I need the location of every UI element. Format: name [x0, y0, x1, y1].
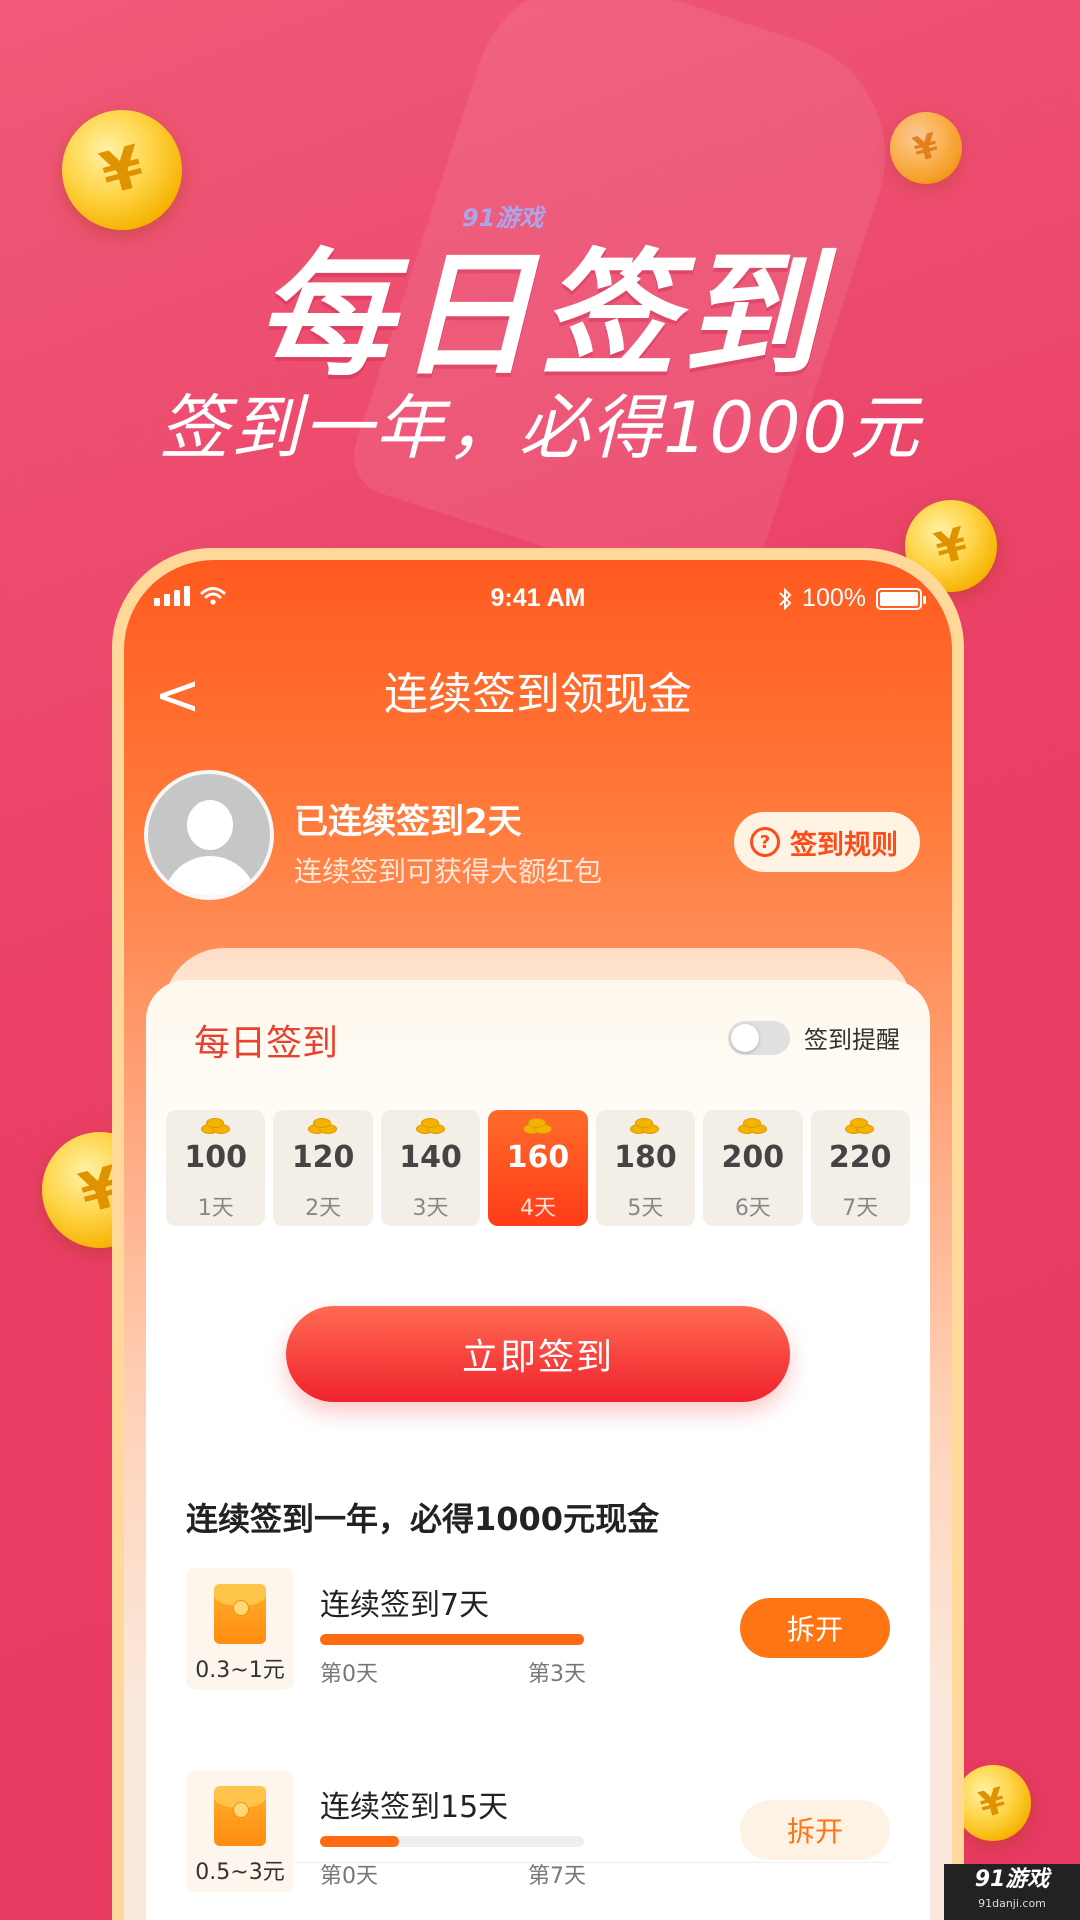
red-envelope-icon: [214, 1584, 266, 1644]
day-label: 7天: [842, 1196, 879, 1221]
corner-watermark: 91游戏 91danji.com: [944, 1864, 1080, 1920]
day-reward: 180: [614, 1140, 677, 1175]
day-label: 3天: [412, 1196, 449, 1221]
reminder-label: 签到提醒: [804, 1026, 900, 1054]
question-icon: ?: [750, 827, 780, 857]
app-screen: 9:41 AM 100% < 连续签到领现金 已连续签到2天 连续签到可获得大额…: [124, 560, 952, 1920]
checkin-title: 每日签到: [194, 1023, 339, 1064]
day-list: 100 1天 120 2天 140 3天 160 4天 180 5天 200 6…: [166, 1110, 910, 1226]
day-item[interactable]: 100 1天: [166, 1110, 266, 1226]
day-label: 1天: [197, 1196, 234, 1221]
reward-progress: [320, 1634, 584, 1645]
status-right: 100%: [778, 584, 926, 613]
gold-coin-icon: ¥: [955, 1765, 1031, 1841]
day-reward: 220: [828, 1140, 892, 1175]
day-label: 6天: [734, 1196, 771, 1221]
reminder-setting: 签到提醒: [728, 1020, 900, 1055]
rules-button[interactable]: ? 签到规则: [734, 812, 920, 872]
progress-start: 第0天: [320, 1662, 378, 1687]
battery-percent: 100%: [802, 584, 866, 612]
red-envelope-box: 0.3~1元: [186, 1568, 294, 1690]
progress-end: 第3天: [528, 1662, 586, 1687]
progress-end: 第7天: [528, 1864, 586, 1889]
reminder-toggle[interactable]: [728, 1020, 790, 1055]
watermark-brand: 91游戏: [974, 1867, 1050, 1892]
rules-label: 签到规则: [790, 829, 898, 861]
streak-subtitle: 连续签到可获得大额红包: [294, 855, 603, 888]
day-label: 2天: [305, 1196, 342, 1221]
phone-frame: 9:41 AM 100% < 连续签到领现金 已连续签到2天 连续签到可获得大额…: [112, 548, 964, 1920]
watermark-site: 91danji.com: [978, 1897, 1046, 1910]
reward-amount: 0.3~1元: [195, 1658, 285, 1683]
gold-coin-icon: ¥: [890, 112, 962, 184]
nav-bar: < 连续签到领现金: [124, 660, 952, 740]
reward-amount: 0.5~3元: [195, 1860, 285, 1885]
open-button[interactable]: 拆开: [740, 1800, 890, 1860]
day-label: 4天: [519, 1196, 556, 1221]
rewards-title: 连续签到一年，必得1000元现金: [186, 1500, 660, 1538]
coins-icon: [308, 1118, 338, 1136]
status-bar: 9:41 AM 100%: [124, 580, 952, 620]
reward-progress: [320, 1836, 584, 1847]
day-label: 5天: [627, 1196, 664, 1221]
streak-title: 已连续签到2天: [294, 802, 522, 842]
day-item[interactable]: 180 5天: [595, 1110, 696, 1226]
coins-icon: [845, 1118, 875, 1136]
day-item[interactable]: 120 2天: [273, 1110, 373, 1226]
day-item[interactable]: 200 6天: [703, 1110, 803, 1226]
coins-icon: [630, 1118, 660, 1136]
battery-icon: [876, 587, 926, 610]
day-reward: 140: [399, 1140, 462, 1175]
day-item[interactable]: 140 3天: [380, 1110, 481, 1226]
hero-subtitle: 签到一年，必得1000元: [158, 387, 922, 469]
page-title: 连续签到领现金: [384, 669, 692, 720]
user-summary: 已连续签到2天 连续签到可获得大额红包 ? 签到规则: [144, 770, 932, 910]
coins-icon: [522, 1118, 553, 1136]
reward-item: 0.5~3元 连续签到15天 第0天 第7天 拆开: [186, 1770, 890, 1900]
day-item[interactable]: 220 7天: [810, 1110, 910, 1226]
day-reward: 120: [291, 1140, 355, 1175]
sign-in-button[interactable]: 立即签到: [286, 1306, 790, 1402]
coins-icon: [415, 1118, 446, 1136]
bluetooth-icon: [779, 587, 792, 610]
day-reward: 200: [721, 1140, 785, 1175]
coins-icon: [737, 1118, 768, 1136]
checkin-header: 每日签到 签到提醒: [146, 1010, 930, 1070]
day-reward: 160: [506, 1140, 570, 1175]
reward-name: 连续签到7天: [320, 1588, 490, 1623]
coins-icon: [200, 1118, 231, 1136]
day-reward: 100: [184, 1140, 248, 1175]
avatar: [144, 770, 274, 900]
red-envelope-box: 0.5~3元: [186, 1770, 294, 1892]
open-button[interactable]: 拆开: [740, 1598, 890, 1658]
checkin-card: 每日签到 签到提醒 100 1天 120 2天 140 3天 160 4天 18…: [146, 980, 930, 1920]
day-item-current[interactable]: 160 4天: [488, 1110, 588, 1226]
reward-item: 0.3~1元 连续签到7天 第0天 第3天 拆开: [186, 1568, 890, 1698]
reward-name: 连续签到15天: [320, 1790, 509, 1825]
progress-start: 第0天: [320, 1864, 378, 1889]
red-envelope-icon: [214, 1786, 266, 1846]
